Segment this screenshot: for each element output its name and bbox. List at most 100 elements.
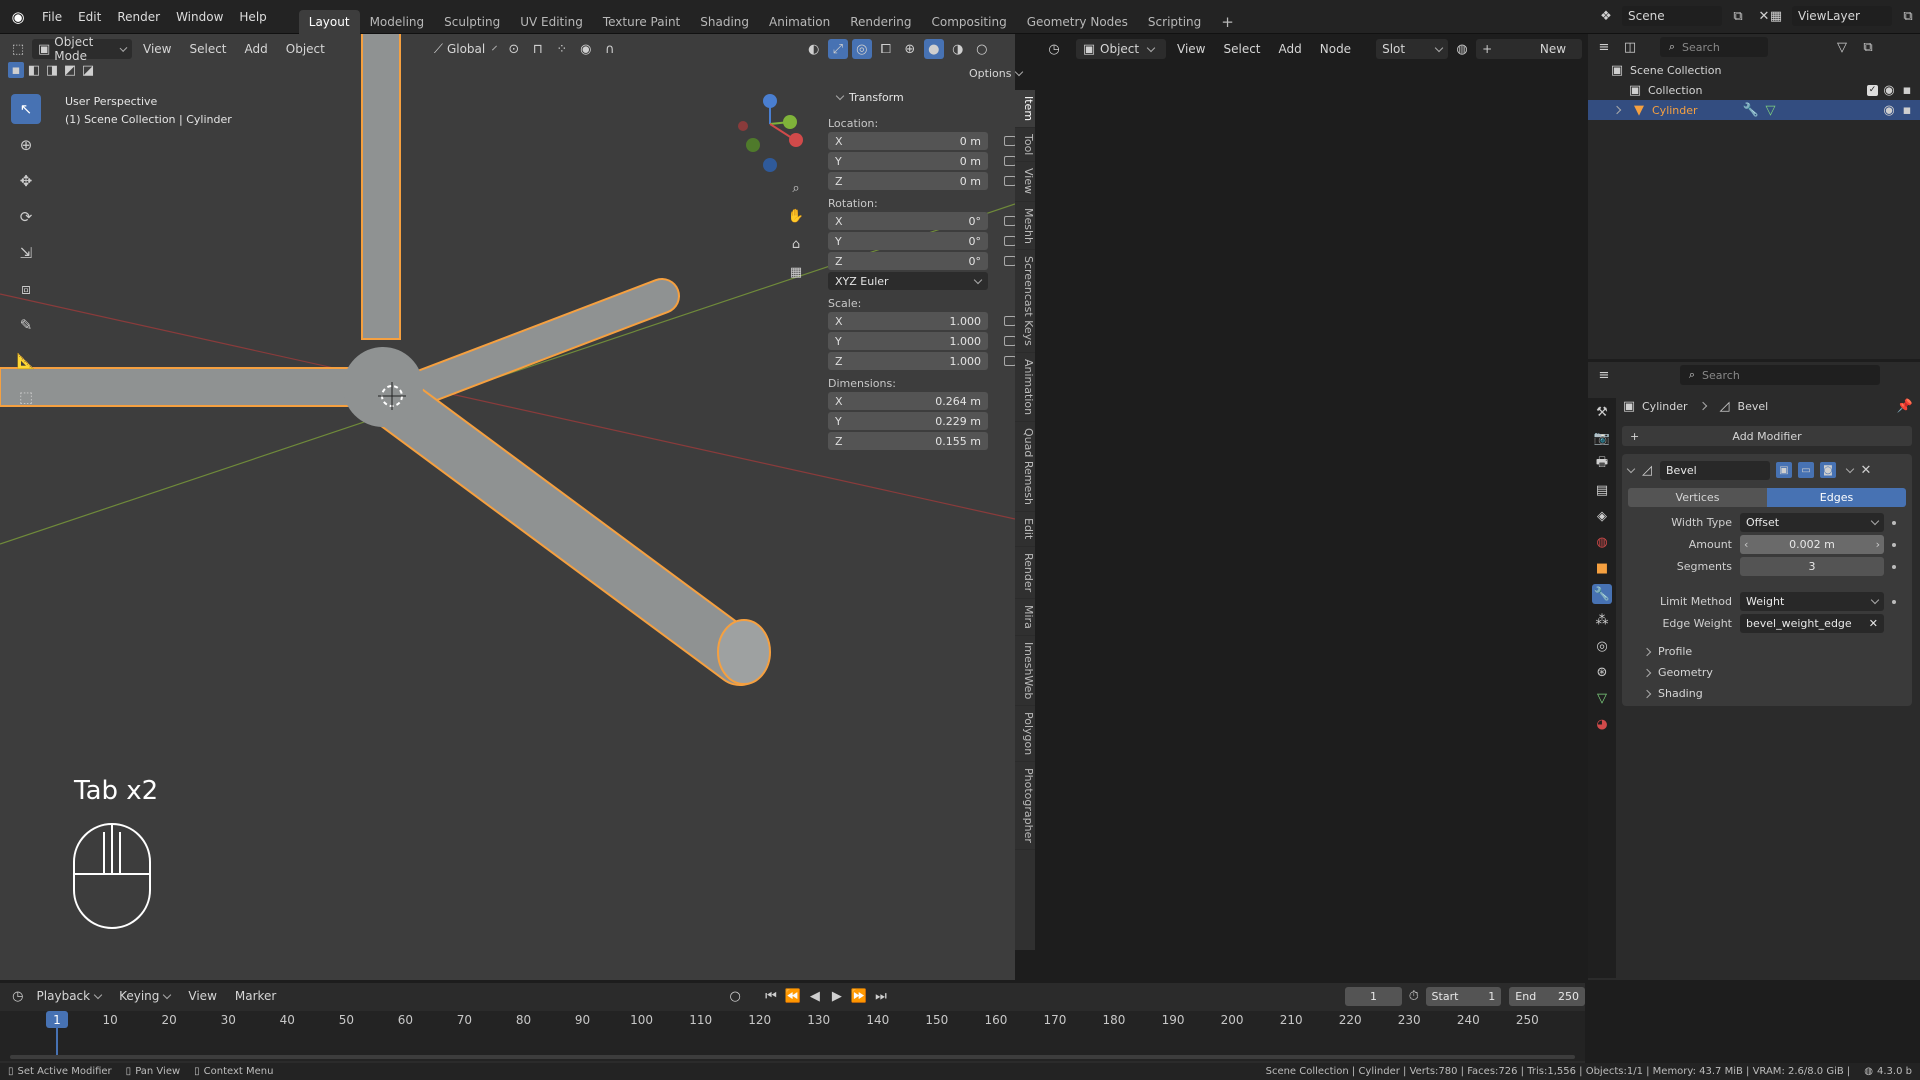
scale-tool-icon[interactable]: ⇲ <box>11 238 41 268</box>
edit-mode-toggle-icon[interactable]: ▣ <box>1776 462 1792 478</box>
zoom-icon[interactable]: ⌕ <box>786 178 806 198</box>
menu-window[interactable]: Window <box>168 6 231 28</box>
add-cube-tool-icon[interactable]: ⬚ <box>11 382 41 412</box>
select-new-icon[interactable]: ▪ <box>8 62 24 78</box>
subpanel-geometry[interactable]: Geometry <box>1642 666 1906 679</box>
current-frame-field[interactable]: 1 <box>1344 986 1402 1006</box>
display-mode-icon[interactable]: ◫ <box>1620 37 1640 57</box>
rotate-tool-icon[interactable]: ⟳ <box>11 202 41 232</box>
keyframe-dot[interactable] <box>1892 564 1896 569</box>
next-keyframe-icon[interactable]: ⏩ <box>849 986 869 1006</box>
tab-layout[interactable]: Layout <box>298 9 360 34</box>
dimension-z-field[interactable]: Z 0.155 m <box>828 432 988 450</box>
sidebar-tab-polygon[interactable]: Polygon <box>1015 706 1035 763</box>
modifier-name-field[interactable]: Bevel <box>1660 460 1770 480</box>
subpanel-profile[interactable]: Profile <box>1642 645 1906 658</box>
timeline-editor-icon[interactable]: ◷ <box>10 986 26 1006</box>
outliner-collection[interactable]: ▣ Collection ✓ ◉ ▪ <box>1588 80 1920 100</box>
gizmo-icon[interactable]: ⤢ <box>827 39 848 59</box>
viewport-menu-select[interactable]: Select <box>182 38 233 60</box>
sidebar-tab-screencast-keys[interactable]: Screencast Keys <box>1015 250 1035 354</box>
falloff-icon[interactable]: ∩ <box>600 39 620 59</box>
tab-scripting[interactable]: Scripting <box>1138 10 1211 34</box>
eye-icon[interactable]: ◉ <box>1882 80 1896 100</box>
location-z-field[interactable]: Z 0 m <box>828 172 1016 190</box>
select-box-tool-icon[interactable]: ↖ <box>11 94 41 124</box>
outliner-cylinder[interactable]: ▼ Cylinder 🔧 ▽ ◉ ▪ <box>1588 100 1920 120</box>
transform-header[interactable]: Transform <box>832 88 998 106</box>
amount-field[interactable]: ‹ 0.002 m › <box>1740 535 1884 554</box>
checkbox-icon[interactable]: ✓ <box>1867 84 1878 96</box>
affect-edges-button[interactable]: Edges <box>1767 488 1906 507</box>
outliner-editor-icon[interactable]: ≡ <box>1594 37 1614 57</box>
annotate-tool-icon[interactable]: ✎ <box>11 310 41 340</box>
data-props-icon[interactable]: ▽ <box>1592 688 1612 708</box>
sidebar-tab-render[interactable]: Render <box>1015 547 1035 599</box>
tab-sculpting[interactable]: Sculpting <box>434 10 510 34</box>
snap-target-icon[interactable]: ⁘ <box>552 39 572 59</box>
tab-modeling[interactable]: Modeling <box>360 10 435 34</box>
tool-props-icon[interactable]: ⚒ <box>1592 402 1612 422</box>
visibility-icon[interactable]: ◐ <box>804 39 824 59</box>
modifier-props-icon[interactable]: 🔧 <box>1592 584 1612 604</box>
render-props-icon[interactable]: 📷 <box>1592 428 1612 448</box>
close-icon[interactable]: ✕ <box>1859 460 1873 480</box>
mode-dropdown[interactable]: ▣ Object Mode <box>32 35 132 63</box>
shader-editor-type-icon[interactable]: ◷ <box>1044 39 1064 59</box>
shading-solid-icon[interactable]: ● <box>923 39 944 59</box>
new-material-button[interactable]: + New <box>1476 39 1583 59</box>
properties-editor-icon[interactable]: ≡ <box>1594 365 1614 385</box>
viewport-menu-add[interactable]: Add <box>238 38 275 60</box>
segments-field[interactable]: 3 <box>1740 557 1884 576</box>
shading-rendered-icon[interactable]: ○ <box>972 39 992 59</box>
editor-type-icon[interactable]: ⬚ <box>8 39 28 59</box>
proportional-edit-icon[interactable]: ◉ <box>576 39 596 59</box>
transform-orientation-dropdown[interactable]: ⟋ Global <box>428 39 500 59</box>
rotation-x-field[interactable]: X 0° <box>828 212 1016 230</box>
keyframe-dot[interactable] <box>1892 599 1896 604</box>
tab-rendering[interactable]: Rendering <box>840 10 921 34</box>
constraints-props-icon[interactable]: ⊛ <box>1592 662 1612 682</box>
autokey-icon[interactable]: ○ <box>727 986 743 1006</box>
overlay-icon[interactable]: ◎ <box>851 39 872 59</box>
particles-props-icon[interactable]: ⁂ <box>1592 610 1612 630</box>
slot-dropdown[interactable]: Slot <box>1376 39 1449 59</box>
tab-compositing[interactable]: Compositing <box>921 10 1016 34</box>
node-menu-view[interactable]: View <box>1170 38 1212 60</box>
cursor-tool-icon[interactable]: ⊕ <box>11 130 41 160</box>
sidebar-tab-mira[interactable]: Mira <box>1015 599 1035 636</box>
node-menu-select[interactable]: Select <box>1216 38 1267 60</box>
viewport-toggle-icon[interactable]: ▭ <box>1798 462 1814 478</box>
scene-field[interactable]: Scene <box>1622 6 1722 26</box>
viewlayer-field[interactable]: ViewLayer <box>1792 6 1892 26</box>
tab-animation[interactable]: Animation <box>759 10 840 34</box>
sidebar-tab-imeshweb[interactable]: ImeshWeb <box>1015 636 1035 707</box>
outliner-scene-collection[interactable]: ▣ Scene Collection <box>1588 60 1920 80</box>
properties-search[interactable]: ⌕ Search <box>1680 365 1880 385</box>
tab-geometry-nodes[interactable]: Geometry Nodes <box>1017 10 1138 34</box>
sidebar-tab-edit[interactable]: Edit <box>1015 512 1035 547</box>
keyframe-dot[interactable] <box>1892 542 1896 547</box>
modifier-menu-icon[interactable] <box>1845 464 1855 473</box>
new-scene-icon[interactable]: ⧉ <box>1728 6 1748 26</box>
viewlayer-icon[interactable]: ▦ <box>1766 6 1786 26</box>
object-props-icon[interactable]: ■ <box>1592 558 1612 578</box>
tab-shading[interactable]: Shading <box>690 10 759 34</box>
pan-hand-icon[interactable]: ✋ <box>786 206 806 226</box>
dimension-y-field[interactable]: Y 0.229 m <box>828 412 988 430</box>
timeline-menu-playback[interactable]: Playback <box>30 985 109 1007</box>
node-menu-add[interactable]: Add <box>1272 38 1309 60</box>
end-frame-field[interactable]: End 250 <box>1509 986 1586 1006</box>
camera-restrict-icon[interactable]: ▪ <box>1900 100 1914 120</box>
stopwatch-icon[interactable]: ⏱ <box>1406 986 1422 1006</box>
rotation-z-field[interactable]: Z 0° <box>828 252 1016 270</box>
grid-view-icon[interactable]: ▦ <box>786 262 806 282</box>
material-sphere-icon[interactable]: ◍ <box>1452 39 1472 59</box>
keyframe-dot[interactable] <box>1892 520 1896 525</box>
add-modifier-button[interactable]: + Add Modifier <box>1622 426 1912 446</box>
viewport-menu-object[interactable]: Object <box>279 38 332 60</box>
tab-texture-paint[interactable]: Texture Paint <box>593 10 690 34</box>
physics-props-icon[interactable]: ◎ <box>1592 636 1612 656</box>
outliner-search[interactable]: ⌕ Search <box>1660 37 1768 57</box>
material-props-icon[interactable]: ◕ <box>1592 714 1612 734</box>
